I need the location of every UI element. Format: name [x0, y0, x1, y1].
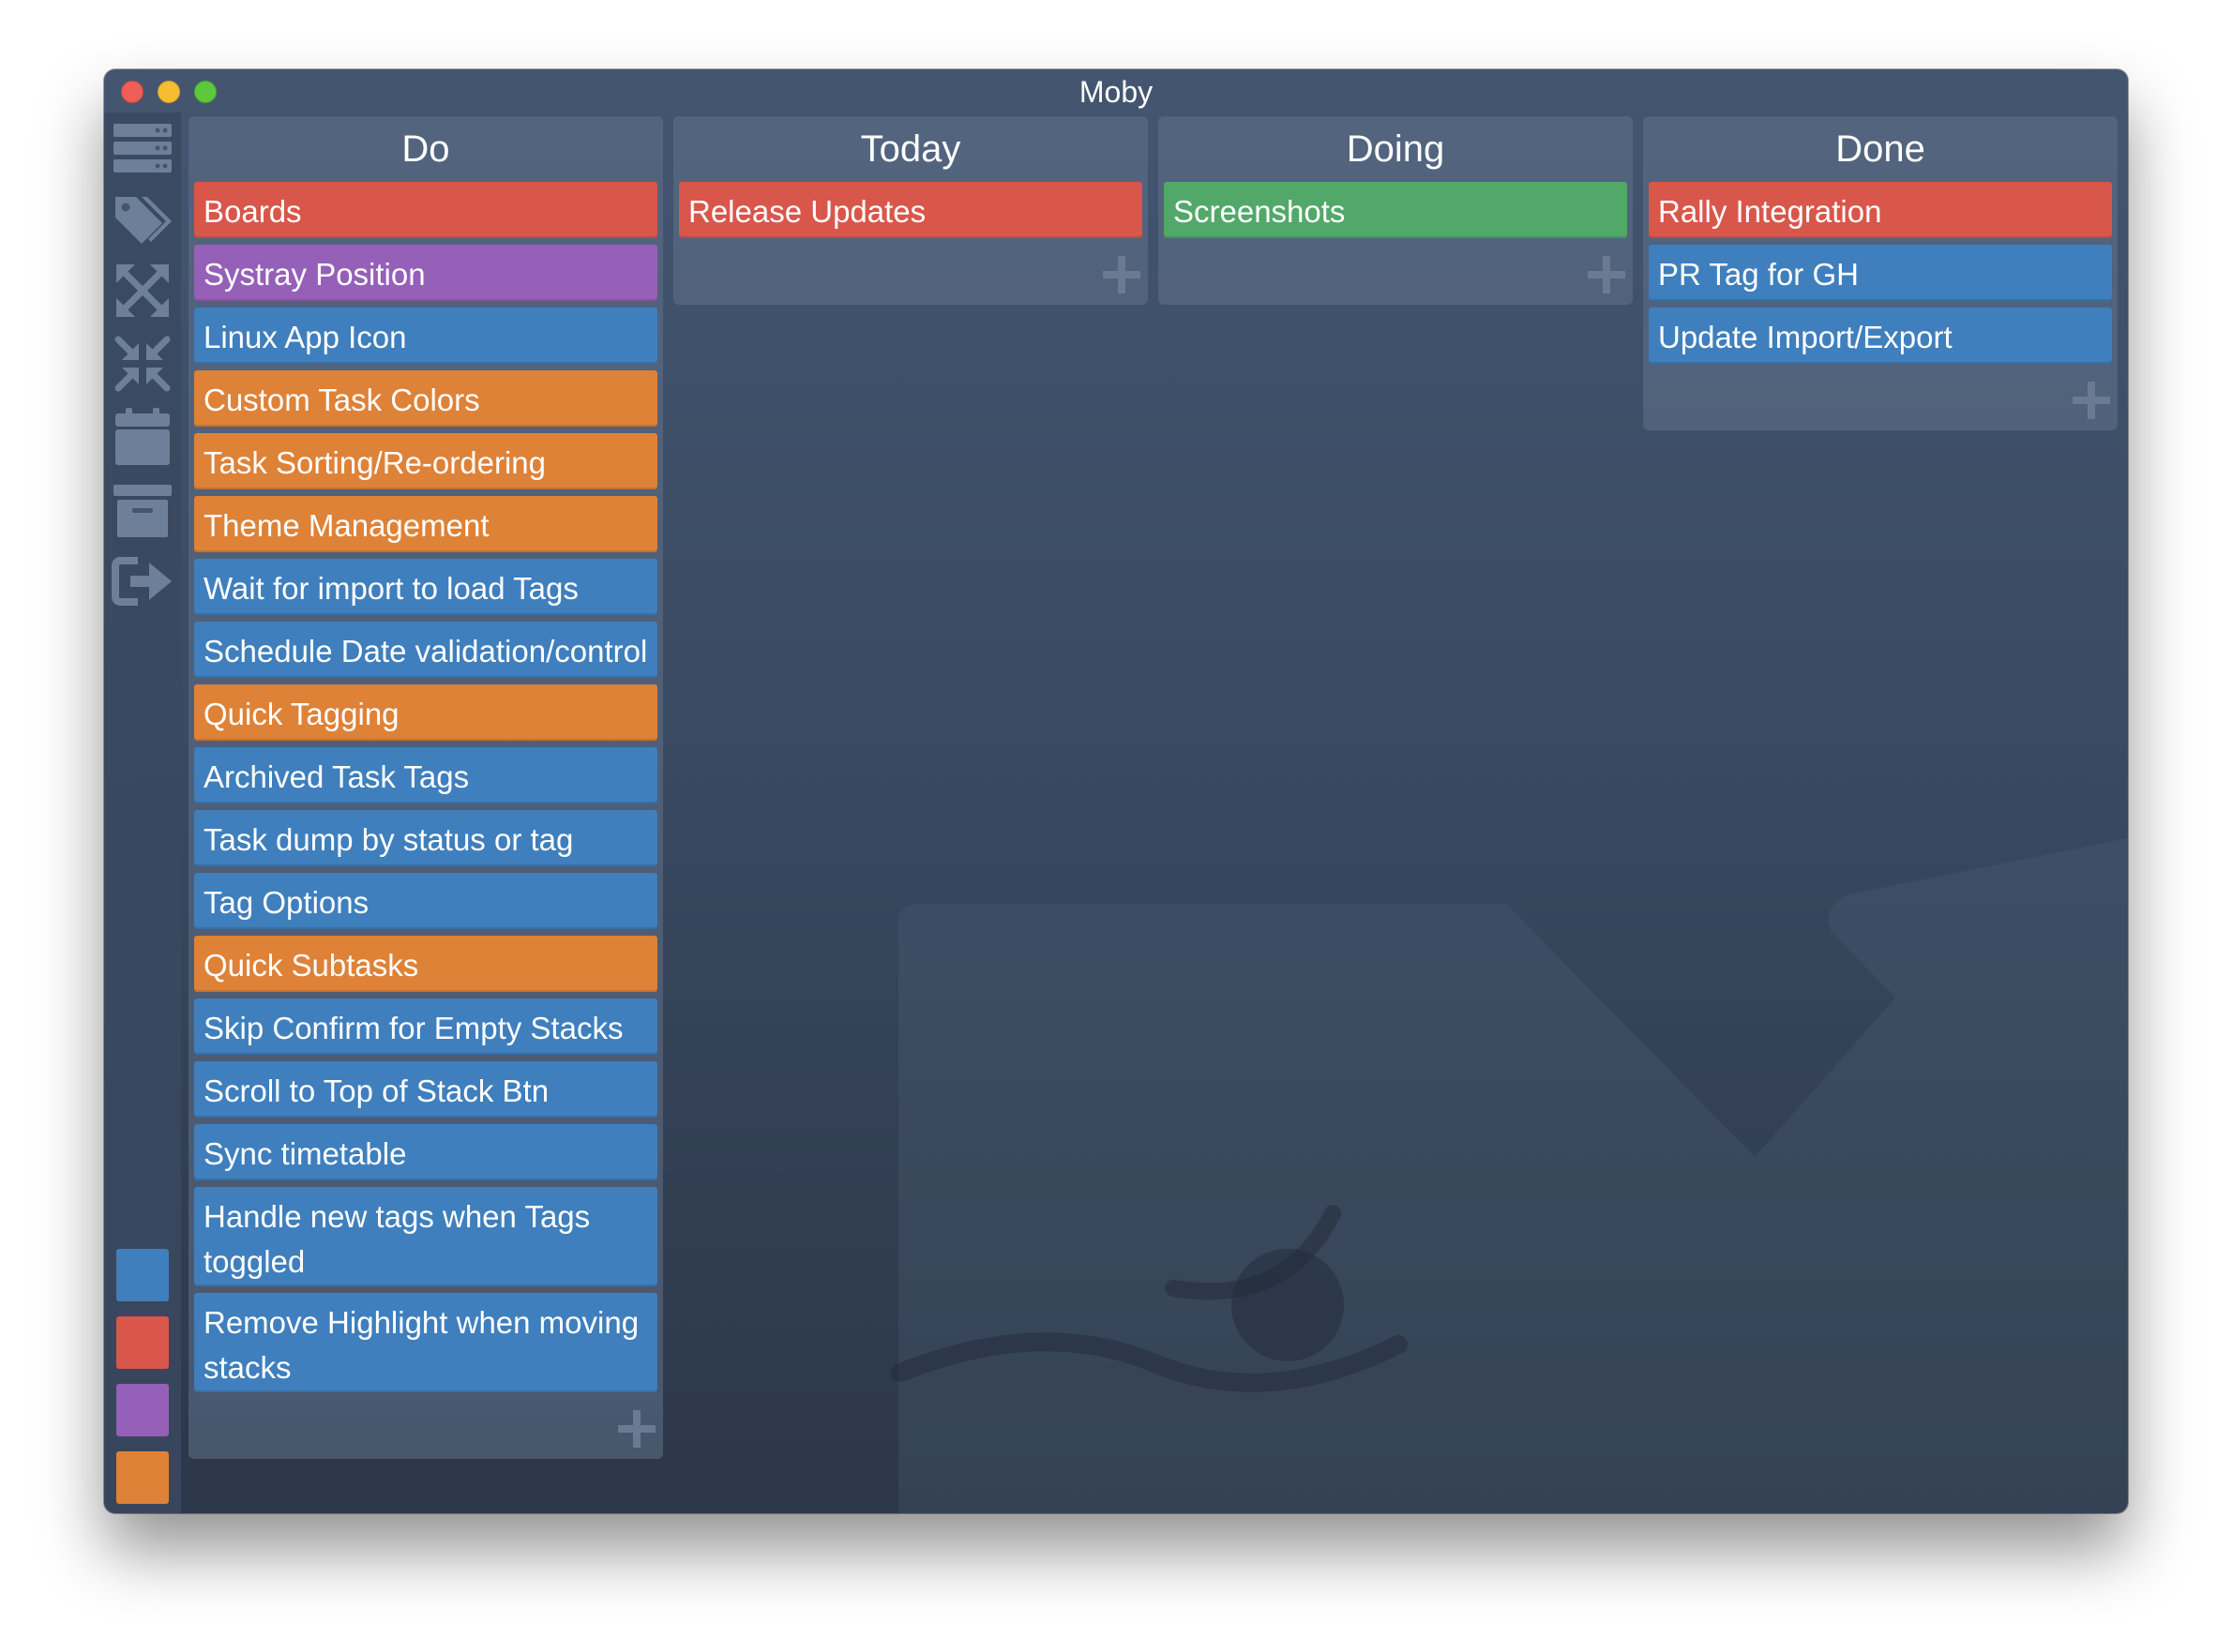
stack-cards: Rally Integration PR Tag for GH Update Imp… [1643, 182, 2118, 364]
plus-icon [2073, 382, 2110, 419]
expand-icon[interactable] [112, 263, 173, 319]
color-swatch-purple[interactable] [116, 1384, 169, 1436]
task-card[interactable]: Scroll to Top of Stack Btn [194, 1061, 657, 1118]
task-card[interactable]: Screenshots [1164, 182, 1627, 238]
stack-today: Today Release Updates [673, 116, 1148, 305]
stack-doing: Doing Screenshots [1158, 116, 1633, 305]
stack-do: Do Boards Systray Position Linux App Icon C… [189, 116, 663, 1459]
plus-icon [618, 1410, 656, 1448]
task-card[interactable]: Remove Highlight when moving stacks [194, 1293, 657, 1392]
task-card[interactable]: Archived Task Tags [194, 747, 657, 803]
task-card[interactable]: Quick Subtasks [194, 936, 657, 992]
color-swatch-red[interactable] [116, 1316, 169, 1369]
task-card[interactable]: Theme Management [194, 496, 657, 552]
boards-icon[interactable] [112, 120, 173, 176]
task-card[interactable]: Update Import/Export [1649, 308, 2112, 364]
task-card[interactable]: Systray Position [194, 245, 657, 301]
add-task-button[interactable] [1158, 245, 1633, 305]
stack-title[interactable]: Today [673, 116, 1148, 182]
title-bar: Moby [104, 69, 2128, 113]
collapse-icon[interactable] [112, 336, 173, 392]
tag-icon[interactable] [112, 191, 173, 248]
task-card[interactable]: Wait for import to load Tags [194, 559, 657, 615]
stack-cards: Screenshots [1158, 182, 1633, 238]
task-card[interactable]: Handle new tags when Tags toggled [194, 1187, 657, 1286]
plus-icon [1588, 256, 1625, 293]
stack-title[interactable]: Doing [1158, 116, 1633, 182]
task-card[interactable]: Custom Task Colors [194, 370, 657, 427]
task-card[interactable]: Rally Integration [1649, 182, 2112, 238]
stack-title[interactable]: Done [1643, 116, 2118, 182]
stack-cards: Release Updates [673, 182, 1148, 238]
color-swatch-blue[interactable] [116, 1249, 169, 1301]
task-card[interactable]: Release Updates [679, 182, 1142, 238]
add-task-button[interactable] [1643, 370, 2118, 430]
sidebar [104, 113, 181, 1513]
add-task-button[interactable] [189, 1399, 663, 1459]
color-swatch-orange[interactable] [116, 1451, 169, 1504]
task-card[interactable]: Schedule Date validation/control [194, 622, 657, 678]
task-card[interactable]: Skip Confirm for Empty Stacks [194, 999, 657, 1055]
task-card[interactable]: PR Tag for GH [1649, 245, 2112, 301]
add-task-button[interactable] [673, 245, 1148, 305]
task-card[interactable]: Task Sorting/Re-ordering [194, 433, 657, 489]
window-title: Moby [1078, 75, 1154, 109]
task-card[interactable]: Tag Options [194, 873, 657, 929]
calendar-icon[interactable] [112, 408, 173, 465]
archive-icon[interactable] [112, 482, 173, 538]
task-card[interactable]: Task dump by status or tag [194, 810, 657, 866]
plus-icon [1103, 256, 1140, 293]
task-card[interactable]: Quick Tagging [194, 684, 657, 741]
export-icon[interactable] [112, 553, 173, 609]
stack-cards: Boards Systray Position Linux App Icon Cust… [189, 182, 663, 1392]
app-window: Moby Do Boards Systray Position Linux Ap… [104, 69, 2128, 1513]
stack-title[interactable]: Do [189, 116, 663, 182]
task-card[interactable]: Sync timetable [194, 1124, 657, 1180]
task-card[interactable]: Linux App Icon [194, 308, 657, 364]
stack-done: Done Rally Integration PR Tag for GH Updat… [1643, 116, 2118, 430]
task-card[interactable]: Boards [194, 182, 657, 238]
